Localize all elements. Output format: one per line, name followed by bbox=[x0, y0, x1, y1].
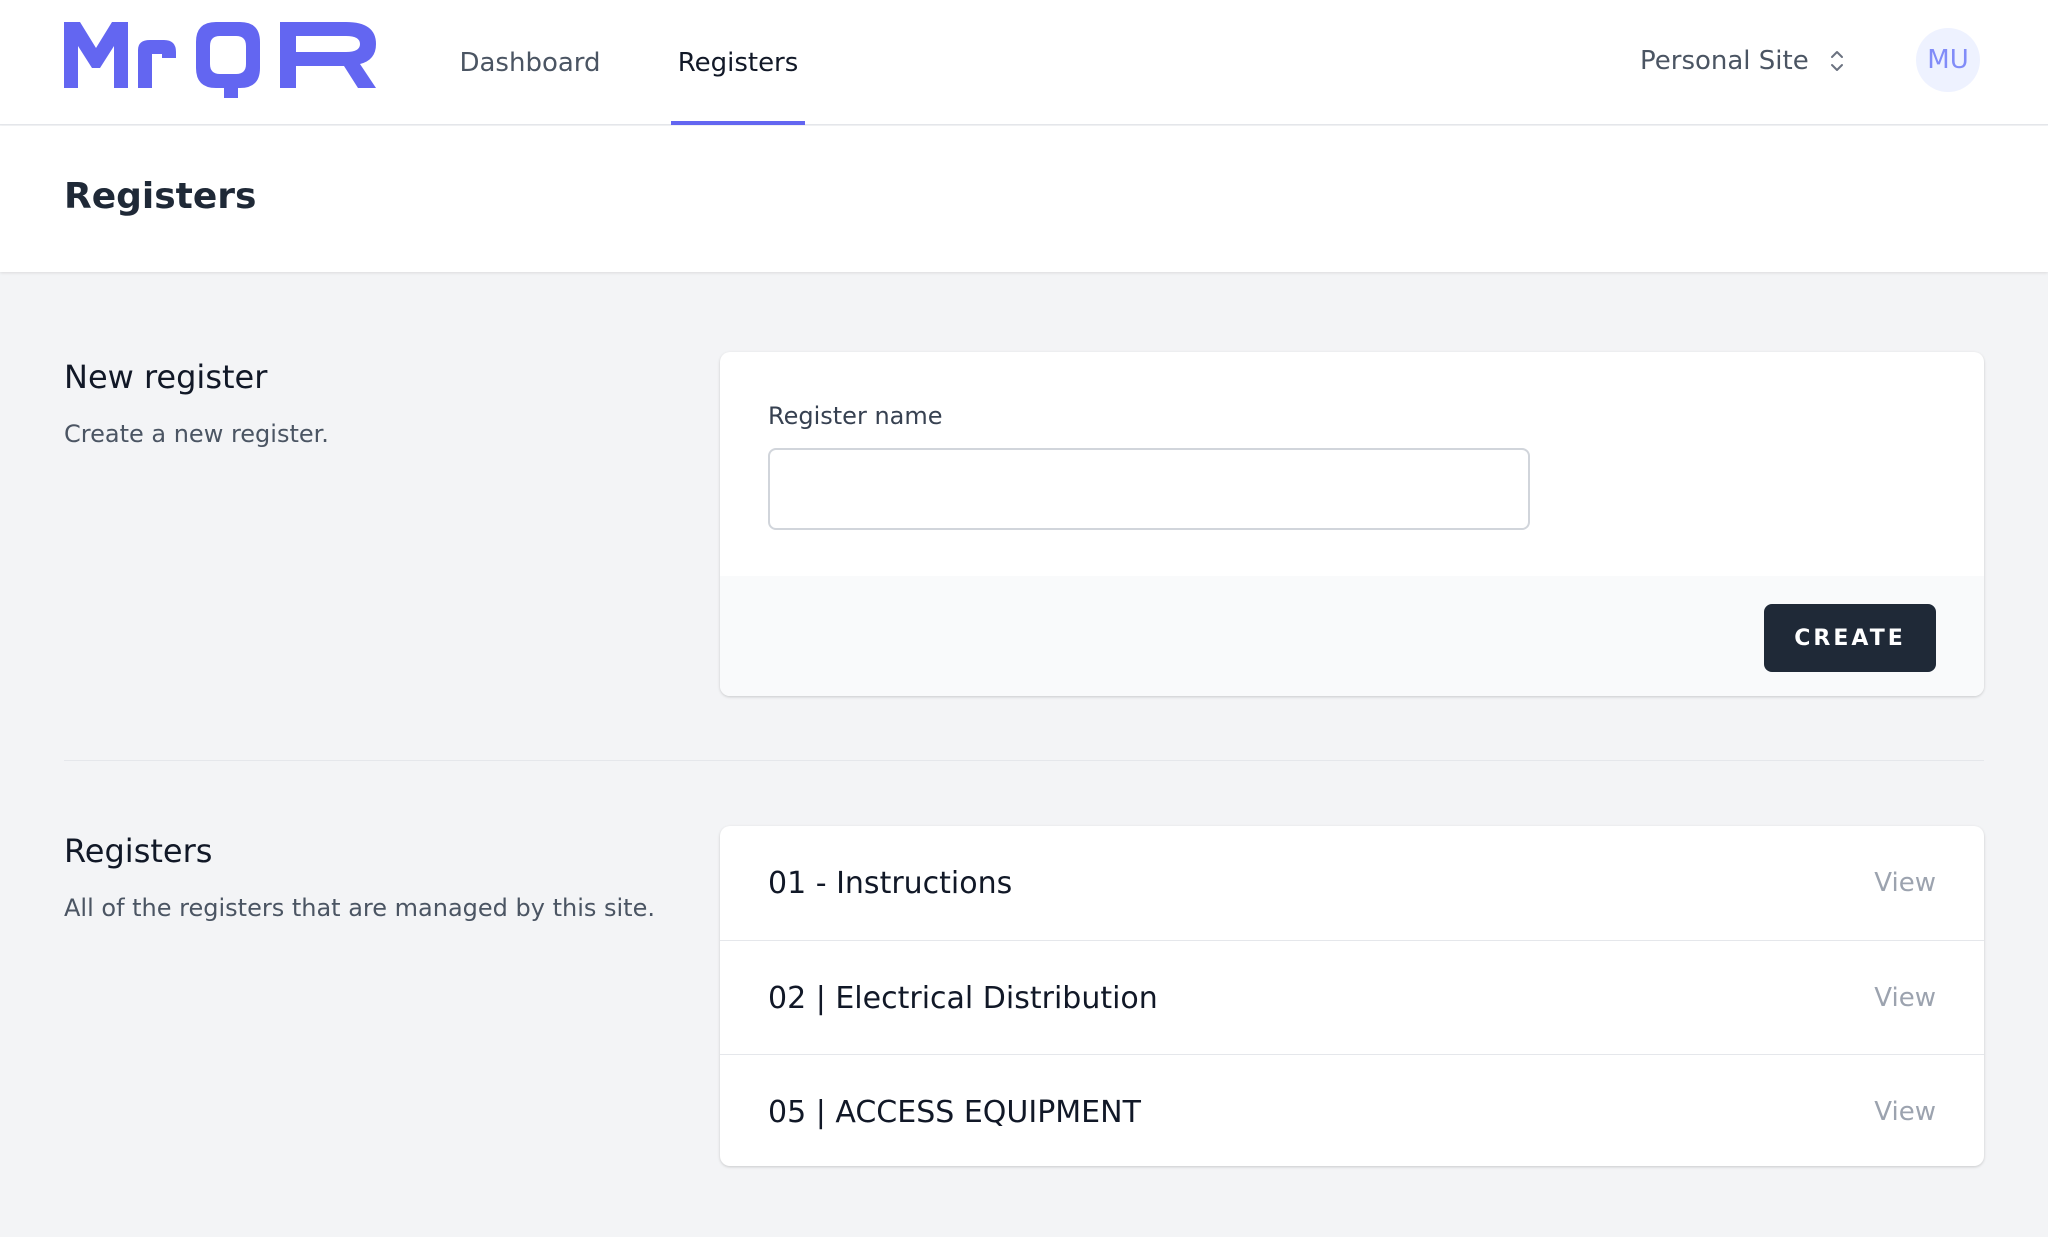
registers-description: All of the registers that are managed by… bbox=[64, 894, 655, 922]
new-register-card: Register name CREATE bbox=[720, 352, 1984, 696]
list-item[interactable]: 05 | ACCESS EQUIPMENT View bbox=[720, 1054, 1984, 1166]
page-header: Registers bbox=[0, 126, 2048, 272]
site-switcher[interactable]: Personal Site bbox=[1640, 36, 1845, 86]
top-navigation: Dashboard Registers Personal Site MU bbox=[0, 0, 2048, 125]
register-name-input[interactable] bbox=[768, 448, 1530, 530]
new-register-description: Create a new register. bbox=[64, 420, 329, 448]
new-register-heading: New register bbox=[64, 358, 268, 396]
view-link[interactable]: View bbox=[1874, 941, 1936, 1055]
view-link[interactable]: View bbox=[1874, 1055, 1936, 1166]
registers-list: 01 - Instructions View 02 | Electrical D… bbox=[720, 826, 1984, 1166]
page-title: Registers bbox=[64, 176, 257, 217]
create-button[interactable]: CREATE bbox=[1764, 604, 1936, 672]
registers-heading: Registers bbox=[64, 832, 213, 870]
section-divider bbox=[64, 760, 1984, 761]
mrqr-logo[interactable] bbox=[64, 22, 376, 98]
list-item[interactable]: 01 - Instructions View bbox=[720, 826, 1984, 940]
site-switcher-label: Personal Site bbox=[1640, 46, 1809, 76]
view-link[interactable]: View bbox=[1874, 826, 1936, 940]
register-name: 01 - Instructions bbox=[768, 865, 1013, 901]
nav-tab-dashboard[interactable]: Dashboard bbox=[458, 0, 602, 125]
register-name: 02 | Electrical Distribution bbox=[768, 980, 1158, 1016]
chevron-up-down-icon bbox=[1830, 51, 1843, 71]
register-name-label: Register name bbox=[768, 402, 943, 430]
register-name: 05 | ACCESS EQUIPMENT bbox=[768, 1094, 1141, 1130]
nav-tab-registers[interactable]: Registers bbox=[671, 0, 805, 125]
list-item[interactable]: 02 | Electrical Distribution View bbox=[720, 940, 1984, 1054]
user-avatar[interactable]: MU bbox=[1916, 28, 1980, 92]
card-footer: CREATE bbox=[720, 576, 1984, 696]
